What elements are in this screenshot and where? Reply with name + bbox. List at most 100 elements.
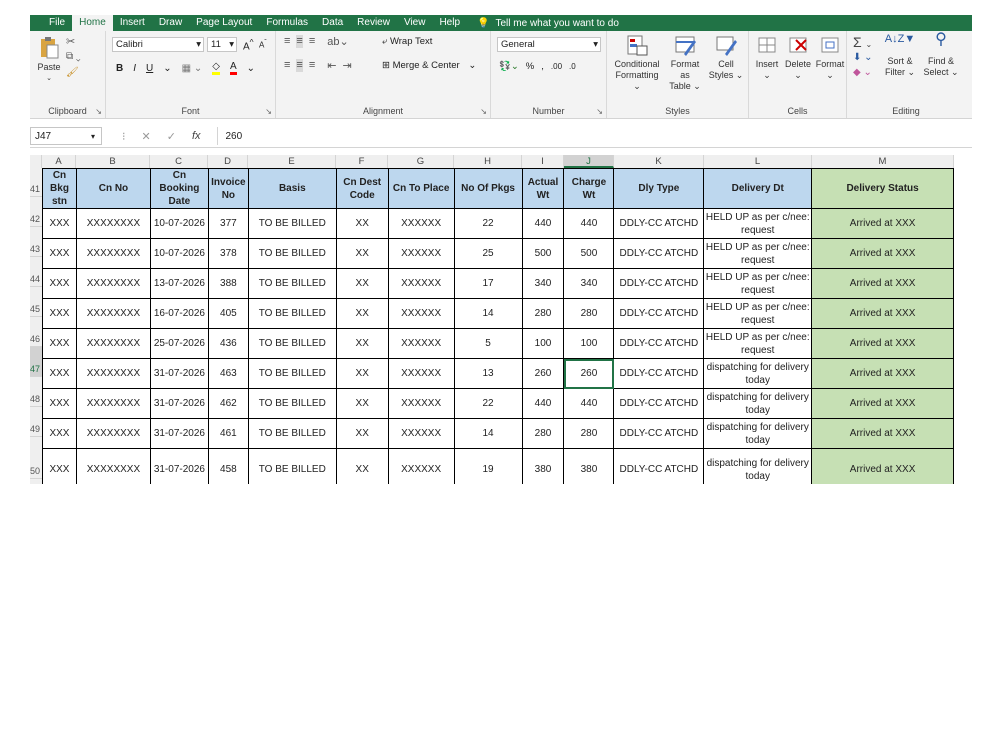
table-cell[interactable]: XX — [335, 268, 389, 299]
conditional-formatting-button[interactable]: Conditional Formatting ⌄ — [611, 34, 663, 92]
table-cell[interactable]: 10-07-2026 — [149, 238, 209, 269]
table-cell[interactable]: 22 — [453, 208, 523, 239]
table-cell[interactable]: XXXXXX — [387, 268, 455, 299]
comma-button[interactable]: , — [541, 61, 544, 72]
table-cell[interactable]: XXX — [42, 328, 77, 359]
table-cell[interactable]: XX — [335, 298, 389, 329]
cancel-icon[interactable]: ✕ — [142, 130, 151, 143]
column-header-f[interactable]: F — [336, 155, 388, 168]
table-cell[interactable]: TO BE BILLED — [247, 268, 337, 299]
table-cell[interactable]: XXX — [42, 208, 77, 239]
table-cell[interactable]: XXXXXX — [387, 418, 455, 449]
decrease-indent-icon[interactable]: ⇤ — [327, 59, 336, 72]
table-cell[interactable]: 14 — [453, 298, 523, 329]
row-header-41[interactable]: 41 — [30, 168, 42, 197]
table-cell[interactable]: 280 — [521, 298, 565, 329]
align-left-icon[interactable]: ≡ — [284, 59, 290, 72]
table-cell[interactable]: TO BE BILLED — [247, 448, 337, 484]
font-size-select[interactable]: 11 ▾ — [207, 37, 237, 52]
column-title-basis[interactable]: Basis — [247, 168, 337, 209]
table-cell[interactable]: DDLY-CC ATCHD — [613, 268, 705, 299]
column-header-m[interactable]: M — [812, 155, 954, 168]
table-cell[interactable]: XXXXXXXX — [75, 268, 151, 299]
table-cell[interactable]: XXXXXXXX — [75, 298, 151, 329]
row-header-47[interactable]: 47 — [30, 347, 42, 377]
table-cell[interactable]: 100 — [521, 328, 565, 359]
column-title-cn-to-place[interactable]: Cn To Place — [387, 168, 455, 209]
table-cell[interactable]: XXXXXXXX — [75, 208, 151, 239]
tab-help[interactable]: Help — [432, 15, 467, 31]
column-header-d[interactable]: D — [208, 155, 248, 168]
table-cell[interactable]: 380 — [521, 448, 565, 484]
decrease-decimal-button[interactable]: .0 — [569, 62, 576, 71]
column-title-no-of-pkgs[interactable]: No Of Pkgs — [453, 168, 523, 209]
table-cell[interactable]: XXXXXX — [387, 388, 455, 419]
table-cell[interactable]: 436 — [207, 328, 249, 359]
grow-font-button[interactable]: A^ — [243, 37, 254, 52]
table-cell[interactable]: XX — [335, 358, 389, 389]
table-cell[interactable]: XXXXXXXX — [75, 388, 151, 419]
column-header-g[interactable]: G — [388, 155, 454, 168]
tab-formulas[interactable]: Formulas — [259, 15, 315, 31]
column-title-cn-bkg-stn[interactable]: Cn Bkg stn — [42, 168, 77, 209]
row-header-44[interactable]: 44 — [30, 257, 42, 287]
shrink-font-button[interactable]: Aˇ — [259, 39, 267, 50]
table-cell[interactable]: Arrived at XXX — [811, 418, 954, 449]
table-cell[interactable]: XXX — [42, 388, 77, 419]
tab-draw[interactable]: Draw — [152, 15, 189, 31]
format-cells-button[interactable]: Format ⌄ — [815, 34, 845, 81]
table-cell[interactable]: dispatching for delivery today — [703, 448, 813, 484]
table-cell[interactable]: 378 — [207, 238, 249, 269]
table-cell[interactable]: Arrived at XXX — [811, 268, 954, 299]
table-cell[interactable]: TO BE BILLED — [247, 418, 337, 449]
enter-icon[interactable]: ✓ — [167, 130, 176, 143]
table-cell[interactable]: Arrived at XXX — [811, 328, 954, 359]
cell-styles-button[interactable]: Cell Styles ⌄ — [707, 34, 745, 81]
table-cell[interactable]: 260 — [521, 358, 565, 389]
table-cell[interactable]: XXXXXXXX — [75, 448, 151, 484]
column-title-charge-wt[interactable]: Charge Wt — [563, 168, 615, 209]
table-cell[interactable]: dispatching for delivery today — [703, 358, 813, 389]
font-name-select[interactable]: Calibri ▾ — [112, 37, 204, 52]
table-cell[interactable]: TO BE BILLED — [247, 358, 337, 389]
table-cell[interactable]: TO BE BILLED — [247, 238, 337, 269]
table-cell[interactable]: 340 — [521, 268, 565, 299]
table-cell[interactable]: HELD UP as per c/nee: request — [703, 298, 813, 329]
table-cell[interactable]: 388 — [207, 268, 249, 299]
tab-home[interactable]: Home — [72, 15, 113, 31]
insert-cells-button[interactable]: Insert ⌄ — [753, 34, 781, 81]
align-center-icon[interactable]: ≡ — [296, 59, 303, 72]
percent-button[interactable]: % — [526, 61, 534, 72]
tell-me-search[interactable]: 💡 Tell me what you want to do — [477, 18, 619, 29]
fill-color-icon[interactable]: ◇ — [212, 61, 220, 75]
table-cell[interactable]: DDLY-CC ATCHD — [613, 448, 705, 484]
select-all-corner[interactable] — [30, 155, 42, 168]
table-cell[interactable]: XXXXXX — [387, 328, 455, 359]
row-header-partial[interactable] — [30, 479, 42, 484]
tab-data[interactable]: Data — [315, 15, 350, 31]
table-cell[interactable]: 260 — [563, 358, 615, 389]
table-cell[interactable]: 280 — [563, 418, 615, 449]
row-header-43[interactable]: 43 — [30, 227, 42, 257]
table-cell[interactable]: 280 — [563, 298, 615, 329]
column-title-cn-no[interactable]: Cn No — [75, 168, 151, 209]
column-title-dly-type[interactable]: Dly Type — [613, 168, 705, 209]
row-header-42[interactable]: 42 — [30, 197, 42, 227]
table-cell[interactable]: 462 — [207, 388, 249, 419]
table-cell[interactable]: XX — [335, 448, 389, 484]
table-cell[interactable]: 31-07-2026 — [149, 388, 209, 419]
find-select-button[interactable]: ⚲ Find & Select ⌄ — [921, 32, 961, 78]
table-cell[interactable]: 31-07-2026 — [149, 448, 209, 484]
sort-filter-button[interactable]: A↓Z▼ Sort & Filter ⌄ — [881, 34, 919, 78]
table-cell[interactable]: 25 — [453, 238, 523, 269]
font-launcher-icon[interactable]: ↘ — [265, 107, 272, 116]
wrap-text-button[interactable]: ⤶ Wrap Text — [382, 36, 432, 47]
autosum-icon[interactable]: Σ ⌄ — [853, 34, 872, 50]
table-cell[interactable]: DDLY-CC ATCHD — [613, 328, 705, 359]
column-header-i[interactable]: I — [522, 155, 564, 168]
format-as-table-button[interactable]: Format as Table ⌄ — [665, 34, 705, 92]
table-cell[interactable]: TO BE BILLED — [247, 298, 337, 329]
number-format-select[interactable]: General ▾ — [497, 37, 601, 52]
table-cell[interactable]: 463 — [207, 358, 249, 389]
underline-button[interactable]: U — [146, 63, 153, 74]
